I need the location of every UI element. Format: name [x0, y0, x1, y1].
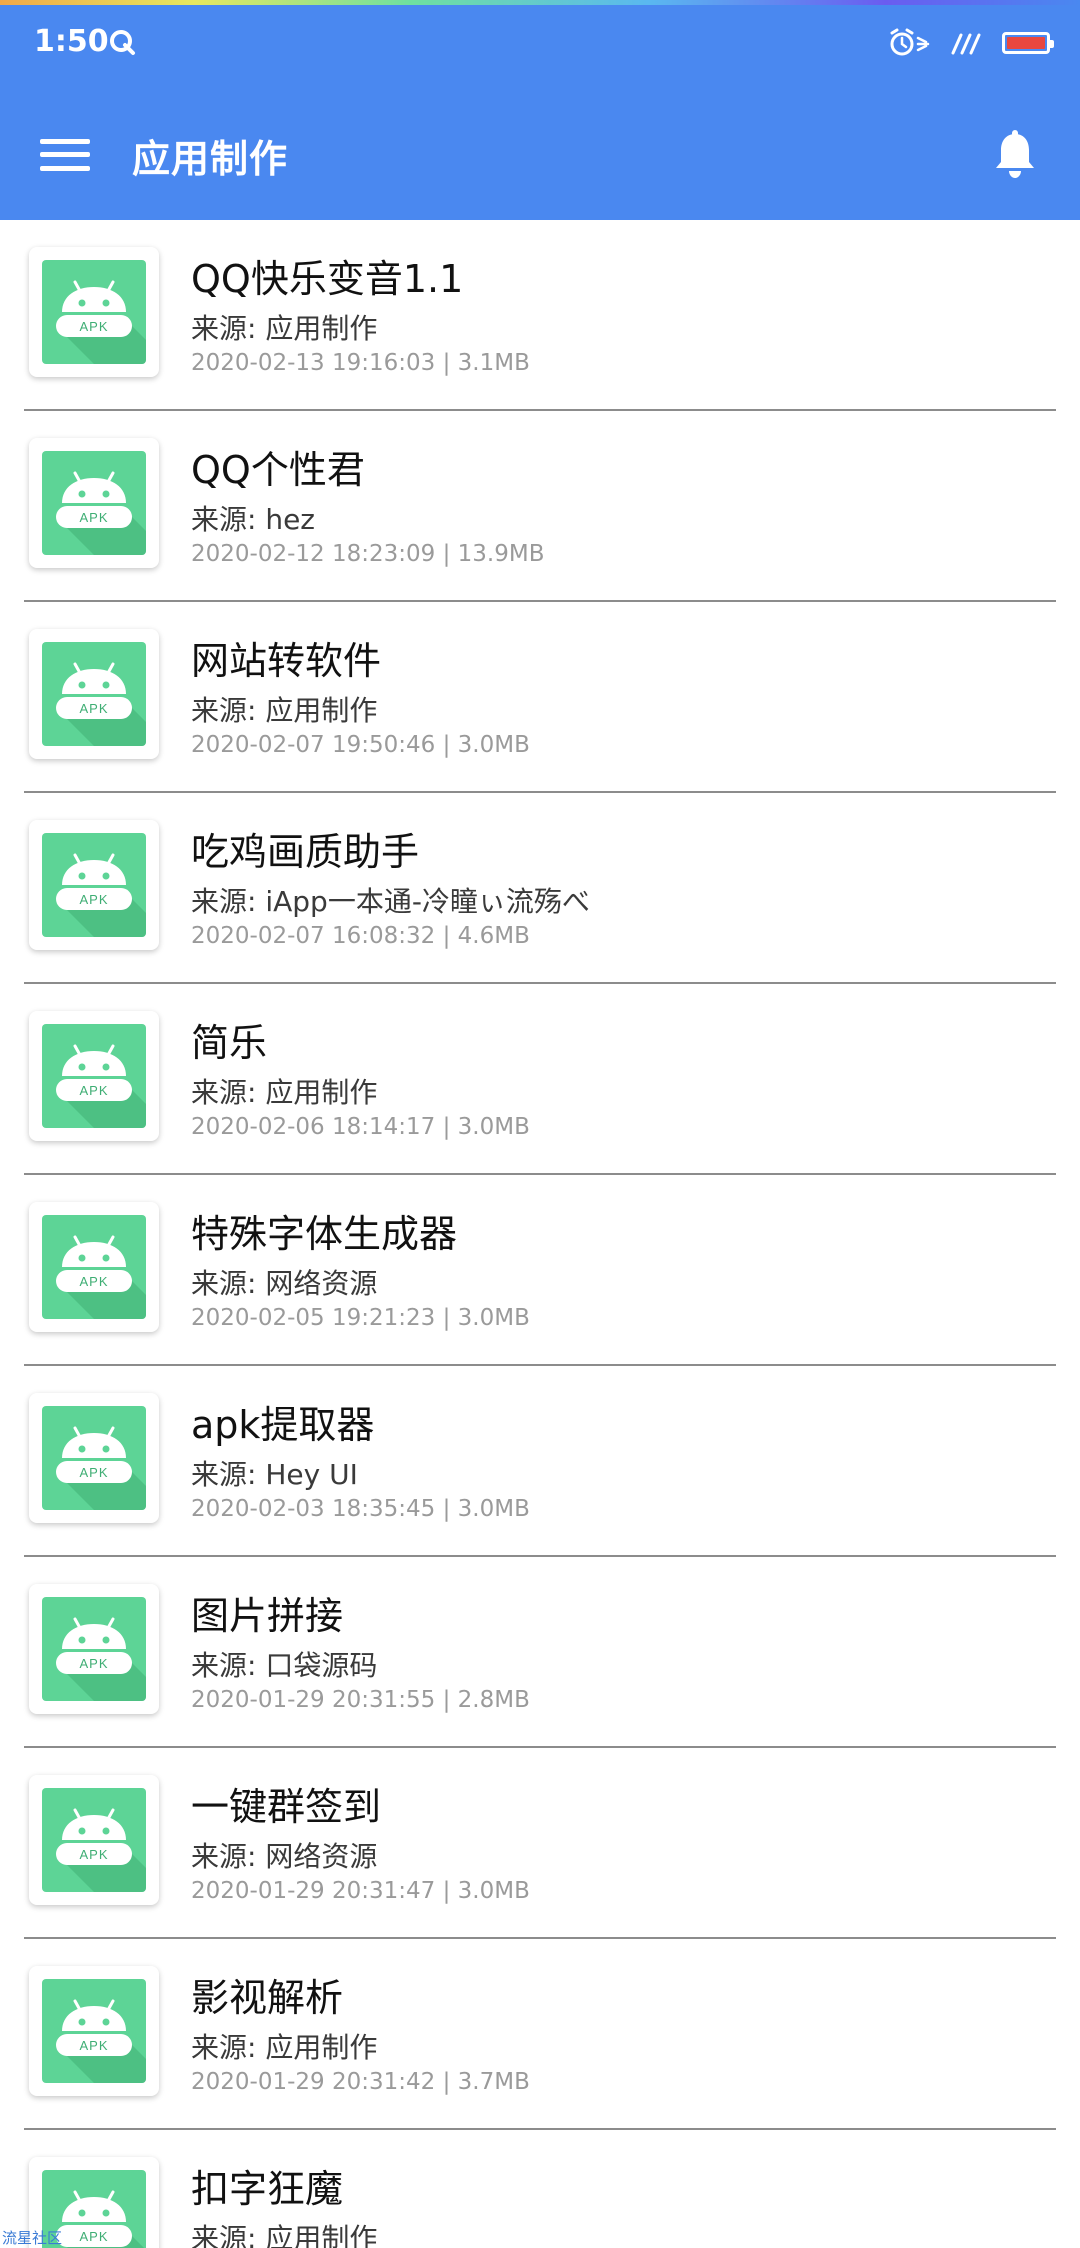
- app-icon: APK: [29, 820, 159, 950]
- page-title: 应用制作: [132, 137, 289, 181]
- battery-level: [1007, 37, 1045, 49]
- android-apk-icon: APK: [42, 1788, 146, 1892]
- app-meta: 2020-01-29 20:31:55 | 2.8MB: [191, 1687, 530, 1713]
- hamburger-menu-icon[interactable]: [40, 137, 90, 173]
- app-meta: 2020-02-07 16:08:32 | 4.6MB: [191, 923, 530, 949]
- app-icon: APK: [29, 438, 159, 568]
- app-name: 影视解析: [191, 1976, 344, 2020]
- app-bar: 应用制作: [0, 110, 1080, 200]
- app-icon: APK: [29, 1966, 159, 2096]
- q-notification-icon: [110, 30, 135, 55]
- list-item[interactable]: APK QQ个性君 来源: hez 2020-02-12 18:23:09 | …: [0, 411, 1080, 602]
- android-apk-icon: APK: [42, 451, 146, 555]
- apk-badge-label: APK: [79, 892, 108, 907]
- app-name: 一键群签到: [191, 1785, 382, 1829]
- app-source: 来源: 应用制作: [191, 1076, 378, 1109]
- header: 1:50 应用制作: [0, 0, 1080, 220]
- android-apk-icon: APK: [42, 1979, 146, 2083]
- app-name: QQ快乐变音1.1: [191, 257, 464, 301]
- app-list: APK QQ快乐变音1.1 来源: 应用制作 2020-02-13 19:16:…: [0, 220, 1080, 2248]
- app-icon: APK: [29, 1584, 159, 1714]
- status-icons: [888, 26, 1054, 60]
- app-name: 图片拼接: [191, 1594, 344, 1638]
- apk-badge-label: APK: [79, 701, 108, 716]
- app-icon: APK: [29, 629, 159, 759]
- android-apk-icon: APK: [42, 1406, 146, 1510]
- apk-badge-label: APK: [79, 1274, 108, 1289]
- app-meta: 2020-02-05 19:21:23 | 3.0MB: [191, 1305, 530, 1331]
- apk-badge-label: APK: [79, 1656, 108, 1671]
- android-apk-icon: APK: [42, 260, 146, 364]
- apk-badge-label: APK: [79, 1083, 108, 1098]
- app-name: QQ个性君: [191, 448, 365, 492]
- list-item[interactable]: APK apk提取器 来源: Hey UI 2020-02-03 18:35:4…: [0, 1366, 1080, 1557]
- app-icon: APK: [29, 247, 159, 377]
- list-item[interactable]: APK 一键群签到 来源: 网络资源 2020-01-29 20:31:47 |…: [0, 1748, 1080, 1939]
- app-icon: APK: [29, 1393, 159, 1523]
- apk-badge-label: APK: [79, 1847, 108, 1862]
- app-name: 吃鸡画质助手: [191, 830, 420, 874]
- apk-badge-label: APK: [79, 510, 108, 525]
- list-item[interactable]: APK 扣字狂魔 来源: 应用制作: [0, 2130, 1080, 2248]
- android-apk-icon: APK: [42, 833, 146, 937]
- status-time: 1:50: [34, 24, 109, 59]
- app-source: 来源: 网络资源: [191, 1267, 378, 1300]
- app-source: 来源: 应用制作: [191, 694, 378, 727]
- app-meta: 2020-02-03 18:35:45 | 3.0MB: [191, 1496, 530, 1522]
- list-item[interactable]: APK 网站转软件 来源: 应用制作 2020-02-07 19:50:46 |…: [0, 602, 1080, 793]
- list-item[interactable]: APK 吃鸡画质助手 来源: iApp一本通-冷瞳ぃ流殇べ 2020-02-07…: [0, 793, 1080, 984]
- android-apk-icon: APK: [42, 1597, 146, 1701]
- app-meta: 2020-02-06 18:14:17 | 3.0MB: [191, 1114, 530, 1140]
- apk-badge-label: APK: [79, 1465, 108, 1480]
- watermark: 流星社区: [2, 2229, 63, 2247]
- list-item[interactable]: APK 简乐 来源: 应用制作 2020-02-06 18:14:17 | 3.…: [0, 984, 1080, 1175]
- signal-icon: [951, 33, 981, 55]
- app-source: 来源: iApp一本通-冷瞳ぃ流殇べ: [191, 885, 590, 918]
- app-icon: APK: [29, 1775, 159, 1905]
- app-name: 网站转软件: [191, 639, 382, 683]
- app-source: 来源: 应用制作: [191, 2031, 378, 2064]
- battery-icon: [1002, 32, 1054, 54]
- app-source: 来源: 网络资源: [191, 1840, 378, 1873]
- app-name: 扣字狂魔: [191, 2167, 344, 2211]
- list-item[interactable]: APK 影视解析 来源: 应用制作 2020-01-29 20:31:42 | …: [0, 1939, 1080, 2130]
- app-screen: 1:50 应用制作 APK QQ快乐变音1.1 来源: 应用制作 2020-02…: [0, 0, 1080, 2248]
- app-meta: 2020-01-29 20:31:42 | 3.7MB: [191, 2069, 530, 2095]
- android-apk-icon: APK: [42, 642, 146, 746]
- status-bar: 1:50: [0, 0, 1080, 90]
- android-apk-icon: APK: [42, 1024, 146, 1128]
- app-source: 来源: 应用制作: [191, 2222, 378, 2248]
- app-source: 来源: 应用制作: [191, 312, 378, 345]
- app-name: apk提取器: [191, 1403, 375, 1447]
- app-icon: APK: [29, 1202, 159, 1332]
- bell-icon[interactable]: [992, 130, 1038, 180]
- app-meta: 2020-01-29 20:31:47 | 3.0MB: [191, 1878, 530, 1904]
- apk-badge-label: APK: [79, 319, 108, 334]
- apk-badge-label: APK: [79, 2038, 108, 2053]
- app-meta: 2020-02-12 18:23:09 | 13.9MB: [191, 541, 545, 567]
- alarm-clock-icon: [890, 28, 930, 56]
- list-item[interactable]: APK 图片拼接 来源: 口袋源码 2020-01-29 20:31:55 | …: [0, 1557, 1080, 1748]
- app-name: 简乐: [191, 1021, 268, 1065]
- app-meta: 2020-02-07 19:50:46 | 3.0MB: [191, 732, 530, 758]
- list-item[interactable]: APK QQ快乐变音1.1 来源: 应用制作 2020-02-13 19:16:…: [0, 220, 1080, 411]
- android-apk-icon: APK: [42, 1215, 146, 1319]
- app-meta: 2020-02-13 19:16:03 | 3.1MB: [191, 350, 530, 376]
- app-source: 来源: 口袋源码: [191, 1649, 378, 1682]
- app-source: 来源: hez: [191, 503, 316, 536]
- app-name: 特殊字体生成器: [191, 1212, 458, 1256]
- app-icon: APK: [29, 1011, 159, 1141]
- app-source: 来源: Hey UI: [191, 1458, 358, 1491]
- apk-badge-label: APK: [79, 2229, 108, 2244]
- list-item[interactable]: APK 特殊字体生成器 来源: 网络资源 2020-02-05 19:21:23…: [0, 1175, 1080, 1366]
